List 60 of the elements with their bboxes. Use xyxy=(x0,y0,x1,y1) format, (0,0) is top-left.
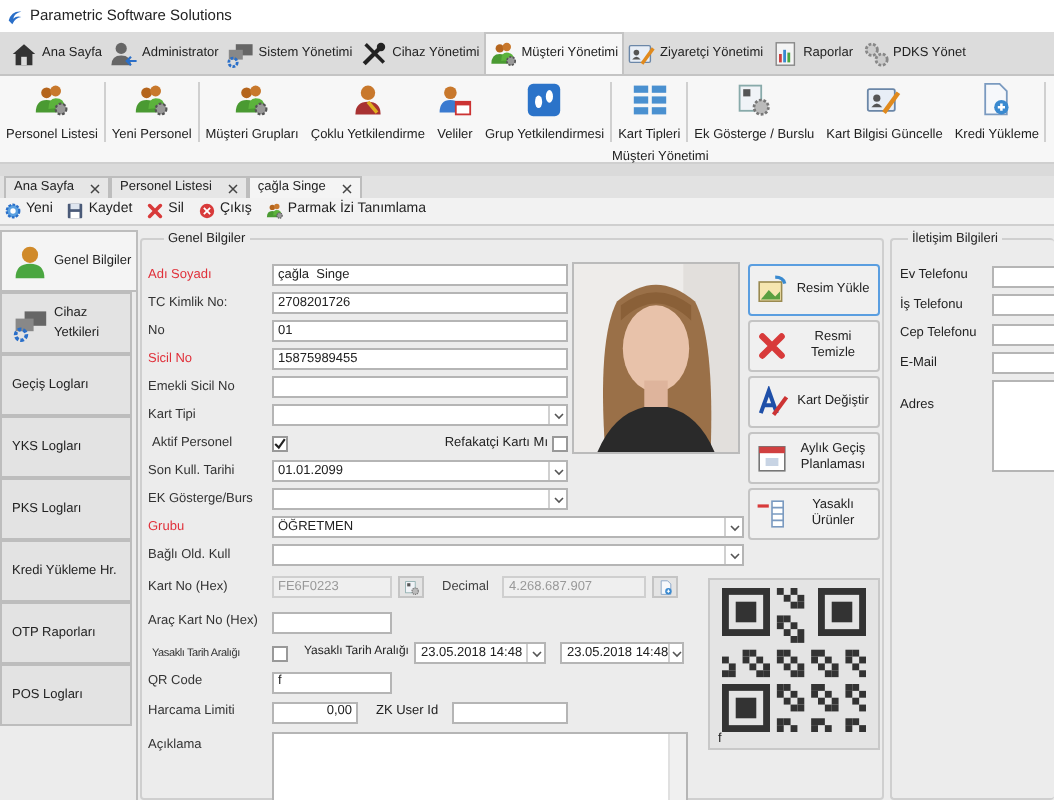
icon-button[interactable] xyxy=(398,576,424,599)
chevron-icon xyxy=(671,649,682,658)
text-area[interactable] xyxy=(272,731,688,800)
gear-icon xyxy=(861,39,890,67)
close-icon[interactable] xyxy=(227,183,238,193)
delete-icon xyxy=(756,329,788,362)
save-icon xyxy=(66,202,85,220)
dropdown[interactable] xyxy=(272,488,568,511)
text-field[interactable] xyxy=(272,376,568,399)
people-icon xyxy=(33,82,70,118)
logo-icon xyxy=(6,7,24,25)
checkbox[interactable] xyxy=(272,435,288,452)
text-field[interactable] xyxy=(992,294,1054,316)
calendar-icon xyxy=(756,441,788,474)
person-icon xyxy=(12,243,48,279)
people-icon xyxy=(489,40,518,68)
chevron-icon xyxy=(729,551,739,560)
text-field[interactable] xyxy=(992,265,1054,287)
gear-icon xyxy=(4,202,22,220)
document-icon xyxy=(657,579,674,596)
chevron-icon xyxy=(729,523,739,532)
grid-icon xyxy=(631,82,668,118)
people-icon xyxy=(234,82,271,118)
close-icon[interactable] xyxy=(341,183,352,193)
text-area[interactable] xyxy=(992,379,1054,472)
chevron-icon xyxy=(553,411,563,420)
house-icon xyxy=(10,39,38,67)
card-icon xyxy=(403,579,419,596)
monitors-icon xyxy=(226,39,255,67)
text-field[interactable] xyxy=(992,323,1054,345)
monitors-icon xyxy=(12,305,48,341)
person-icon xyxy=(110,39,138,67)
pencil-card-icon xyxy=(628,39,657,67)
chart-icon xyxy=(771,39,800,67)
picture-icon xyxy=(756,273,788,306)
dropdown[interactable] xyxy=(272,544,744,567)
text-field[interactable] xyxy=(272,611,392,634)
checkbox[interactable] xyxy=(272,645,288,662)
chevron-icon xyxy=(553,495,563,504)
text-field[interactable] xyxy=(992,352,1054,374)
chevron-icon xyxy=(531,649,542,658)
person-icon xyxy=(349,82,386,118)
pen-icon xyxy=(756,385,788,418)
delete-icon xyxy=(146,202,165,220)
footprints-icon xyxy=(526,82,563,118)
tools-icon xyxy=(360,39,389,67)
close-icon xyxy=(197,202,216,220)
card-icon xyxy=(736,82,773,118)
list-icon xyxy=(756,497,788,530)
text-field[interactable] xyxy=(452,701,568,724)
pencil-card-icon xyxy=(866,82,903,118)
people-icon xyxy=(133,82,170,118)
icon-button[interactable] xyxy=(652,576,679,599)
document-icon xyxy=(978,82,1015,118)
scrollbar[interactable] xyxy=(668,733,686,800)
person-icon xyxy=(436,82,473,118)
people-icon xyxy=(265,202,284,220)
checkbox[interactable] xyxy=(552,435,568,452)
close-icon[interactable] xyxy=(90,183,100,193)
chevron-icon xyxy=(553,467,563,476)
